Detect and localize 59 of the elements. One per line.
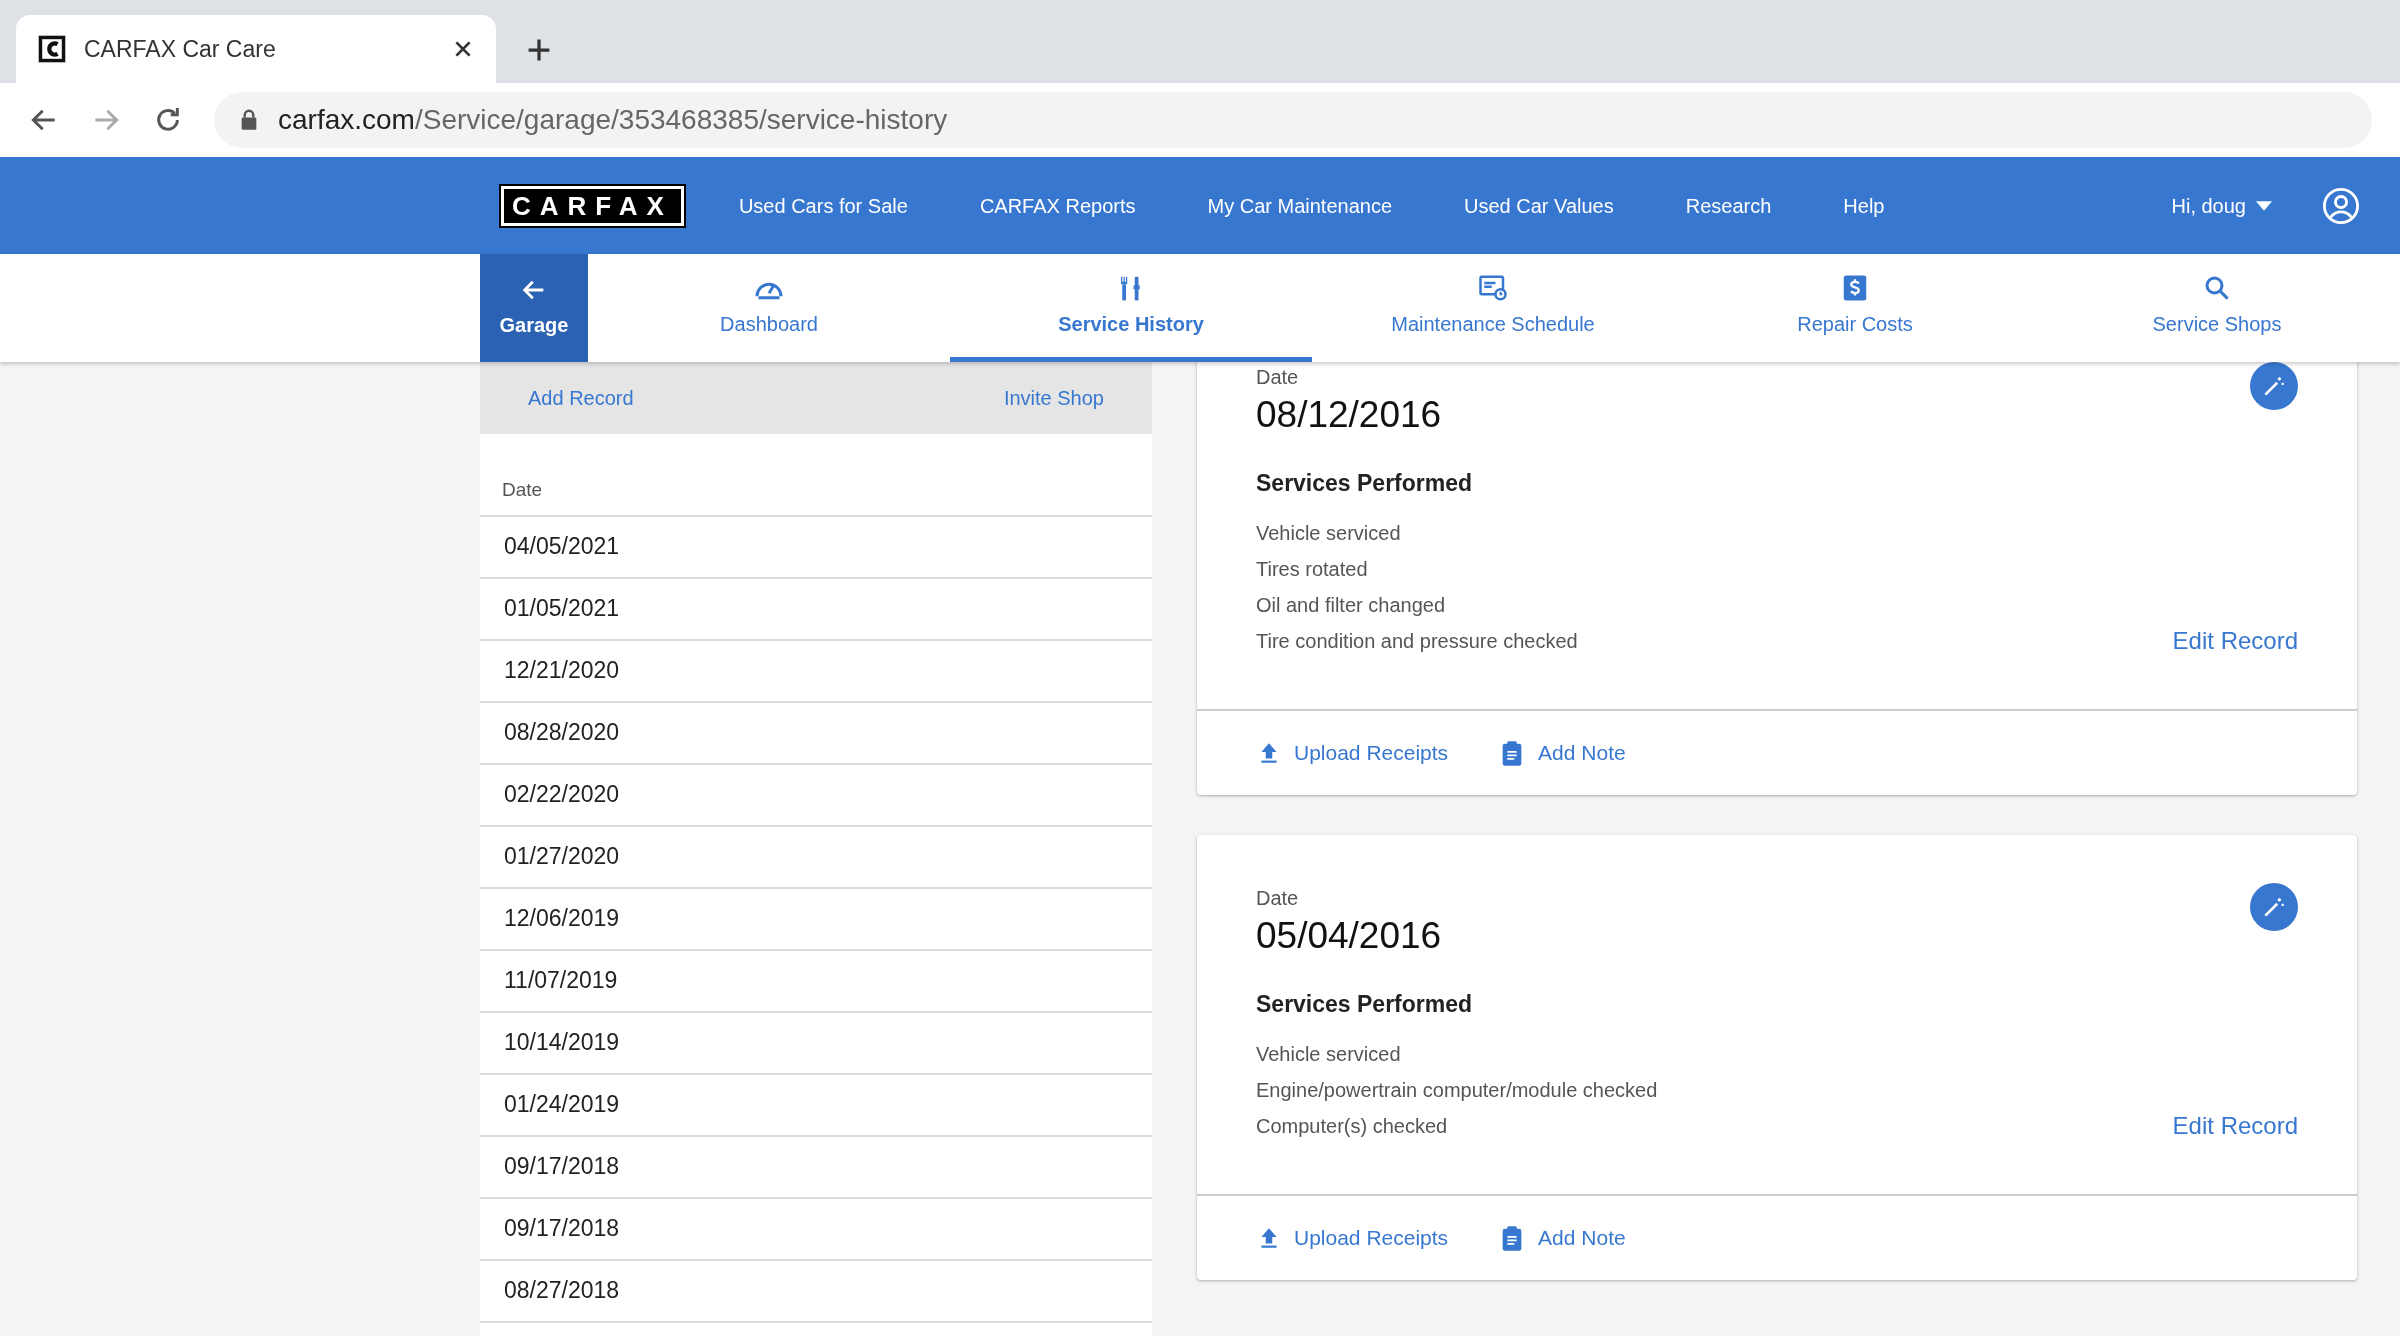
date-row[interactable]: 09/17/2018 xyxy=(480,1198,1152,1261)
edit-record-link[interactable]: Edit Record xyxy=(2172,1107,2298,1144)
nav-link[interactable]: Used Car Values xyxy=(1464,190,1614,221)
account-icon[interactable] xyxy=(2322,186,2360,225)
nav-link[interactable]: CARFAX Reports xyxy=(979,190,1136,221)
service-item: Vehicle serviced xyxy=(1256,1041,1402,1067)
nav-link[interactable]: My Car Maintenance xyxy=(1207,190,1392,221)
services-title: Services Performed xyxy=(1256,990,1474,1019)
address-bar[interactable]: carfax.com/Service/garage/353468385/service-history xyxy=(214,92,2372,148)
date-row[interactable]: 08/27/2018 xyxy=(480,1260,1152,1323)
service-item: Tire condition and pressure checked xyxy=(1256,628,1578,654)
toolbar-link[interactable]: Add Record xyxy=(528,383,634,413)
edit-button[interactable] xyxy=(2250,362,2298,410)
column-header: Date xyxy=(480,434,1152,517)
toolbar-link[interactable]: Invite Shop xyxy=(1003,383,1104,413)
service-item: Engine/powertrain computer/module checked xyxy=(1256,1077,1658,1103)
site-favicon-icon xyxy=(38,35,66,63)
service-item: Oil and filter changed xyxy=(1256,592,1446,618)
service-item: Tires rotated xyxy=(1256,556,1369,582)
section-tab[interactable]: Dashboard xyxy=(588,254,950,362)
url-text: carfax.com/Service/garage/353468385/service-history xyxy=(278,103,948,137)
date-label: Date xyxy=(1256,365,1300,390)
browser-tab[interactable]: CARFAX Car Care xyxy=(16,15,496,83)
date-row[interactable]: 12/21/2020 xyxy=(480,640,1152,703)
tab-title: CARFAX Car Care xyxy=(84,34,277,64)
nav-link[interactable]: Help xyxy=(1843,190,1885,221)
garage-back-button[interactable]: Garage xyxy=(480,254,588,362)
user-menu[interactable]: Hi, doug xyxy=(2171,190,2246,221)
nav-link[interactable]: Research xyxy=(1685,190,1772,221)
date-row[interactable]: 01/24/2019 xyxy=(480,1074,1152,1137)
record-date: 08/12/2016 xyxy=(1256,393,1443,437)
section-tab[interactable]: Service Shops xyxy=(2036,254,2398,362)
date-row[interactable]: 04/05/2021 xyxy=(480,516,1152,579)
nav-link[interactable]: Used Cars for Sale xyxy=(738,190,908,221)
date-row[interactable]: 09/17/2018 xyxy=(480,1136,1152,1199)
date-row[interactable]: 01/27/2020 xyxy=(480,826,1152,889)
upload-receipts-link[interactable]: Upload Receipts xyxy=(1256,737,1449,769)
new-tab-icon[interactable] xyxy=(526,37,552,63)
service-item: Computer(s) checked xyxy=(1256,1113,1449,1139)
services-title: Services Performed xyxy=(1256,469,1474,499)
upload-receipts-link[interactable]: Upload Receipts xyxy=(1256,1221,1449,1254)
record-date: 05/04/2016 xyxy=(1256,913,1443,958)
carfax-logo[interactable]: CARFAX xyxy=(501,185,684,226)
service-item: Vehicle serviced xyxy=(1256,520,1402,546)
date-label: Date xyxy=(1256,885,1300,911)
date-row[interactable]: 11/07/2019 xyxy=(480,950,1152,1013)
caret-icon xyxy=(2256,200,2272,211)
lock-icon xyxy=(240,109,258,131)
date-row[interactable]: 01/05/2021 xyxy=(480,578,1152,641)
add-note-link[interactable]: Add Note xyxy=(1498,737,1626,769)
date-row[interactable]: 08/28/2020 xyxy=(480,702,1152,765)
edit-record-link[interactable]: Edit Record xyxy=(2172,622,2298,659)
section-tab[interactable]: Repair Costs xyxy=(1674,254,2036,362)
section-tab[interactable]: Maintenance Schedule xyxy=(1312,254,1674,362)
add-note-link[interactable]: Add Note xyxy=(1498,1221,1626,1254)
edit-button[interactable] xyxy=(2250,882,2298,931)
date-row[interactable]: 02/22/2020 xyxy=(480,764,1152,827)
date-row[interactable]: 10/14/2019 xyxy=(480,1012,1152,1075)
date-row[interactable]: 12/06/2019 xyxy=(480,888,1152,951)
